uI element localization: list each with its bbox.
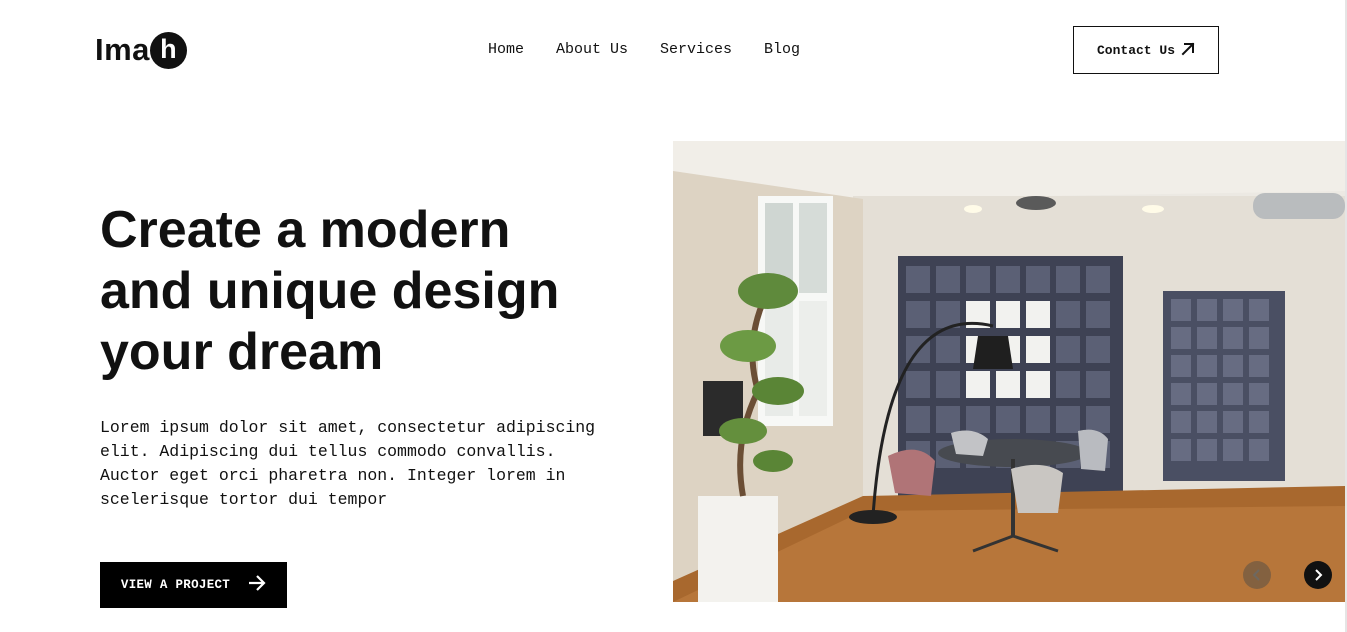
logo-text: Ima (95, 32, 150, 67)
hero-title-line: your dream (100, 323, 384, 381)
hero-title-line: Create a modern (100, 201, 511, 259)
nav-blog[interactable]: Blog (764, 40, 800, 60)
chevron-left-icon (1251, 566, 1263, 585)
chevron-right-icon (1312, 566, 1324, 585)
logo-circle-letter: h (149, 31, 187, 69)
logo[interactable]: Ima h (95, 31, 187, 69)
nav-home[interactable]: Home (488, 40, 524, 60)
nav-services[interactable]: Services (660, 40, 732, 60)
contact-us-label: Contact Us (1096, 42, 1175, 58)
contact-us-button[interactable]: Contact Us (1073, 26, 1219, 74)
hero-title-line: and unique design (100, 262, 560, 320)
hero-description: Lorem ipsum dolor sit amet, consectetur … (100, 418, 596, 509)
view-project-button[interactable]: VIEW A PROJECT (100, 562, 287, 608)
view-project-label: VIEW A PROJECT (120, 578, 231, 592)
office-interior-illustration (673, 141, 1345, 602)
main-nav: Home About Us Services Blog (488, 40, 800, 60)
nav-about-us[interactable]: About Us (556, 40, 628, 60)
hero-image (673, 141, 1345, 602)
slider-prev-button[interactable] (1243, 561, 1271, 589)
hero-title: Create a modern and unique design your d… (100, 200, 620, 383)
slider-next-button[interactable] (1304, 561, 1332, 589)
arrow-right-icon (248, 575, 266, 595)
arrow-up-right-icon (1181, 41, 1195, 60)
